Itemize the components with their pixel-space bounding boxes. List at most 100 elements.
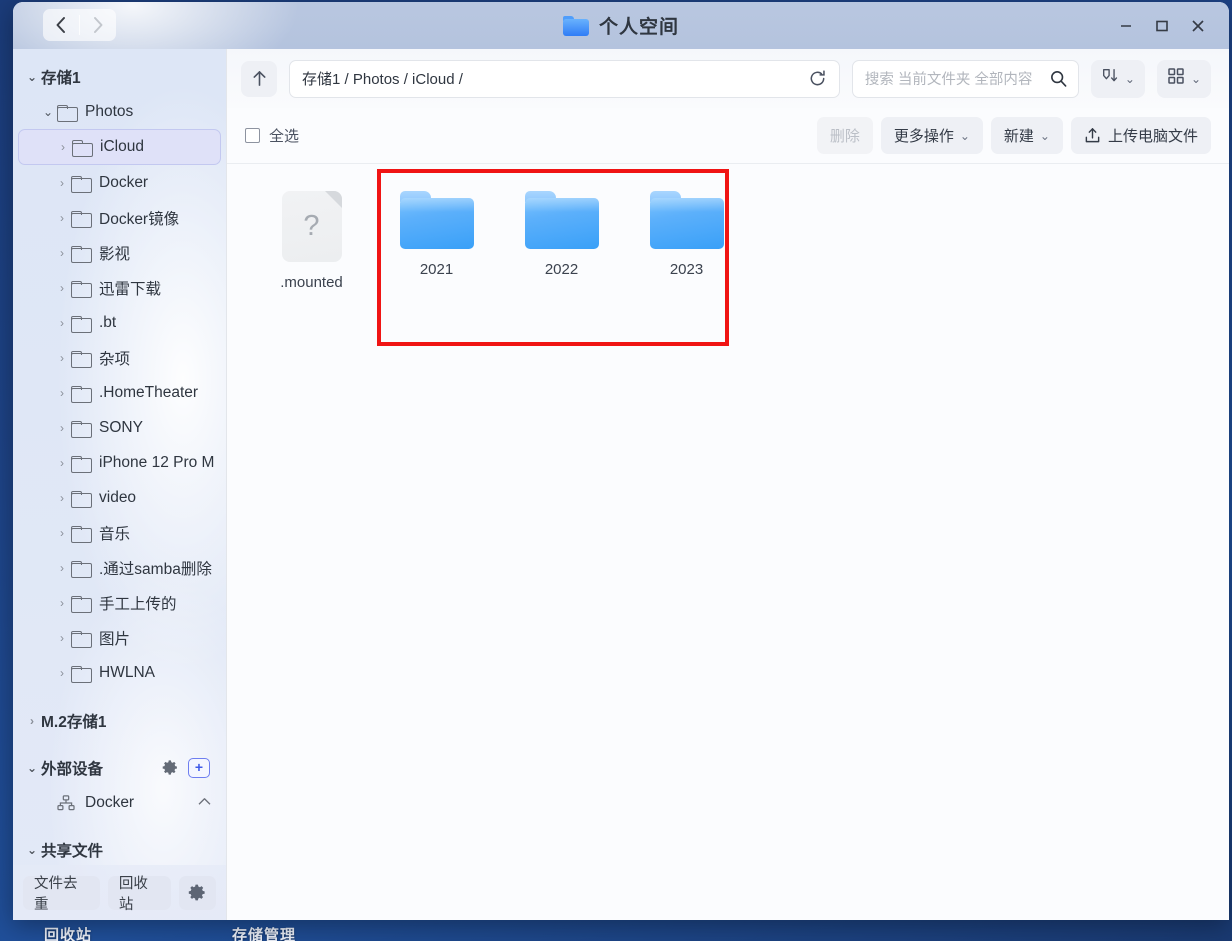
- file-grid-area: ? .mounted 2021 2022 2023: [227, 164, 1229, 920]
- desktop-icon-label-0[interactable]: 回收站: [44, 924, 92, 941]
- sidebar-item-video-media[interactable]: › 影视: [13, 235, 226, 270]
- close-icon[interactable]: [1181, 9, 1215, 43]
- folder-icon: [71, 490, 91, 506]
- window-controls: [1109, 2, 1229, 49]
- recycle-bin-button[interactable]: 回收站: [108, 876, 171, 910]
- search-icon[interactable]: [1049, 69, 1068, 88]
- search-placeholder: 搜索 当前文件夹 全部内容: [865, 68, 1033, 89]
- folder-icon: [71, 175, 91, 191]
- chevron-right-icon: ›: [53, 176, 71, 190]
- sidebar-item-shared-files[interactable]: ⌄ 共享文件: [13, 832, 226, 865]
- gear-icon[interactable]: [162, 759, 179, 776]
- sidebar-item-storage1[interactable]: ⌄ 存储1: [13, 59, 226, 94]
- file-item[interactable]: ? .mounted: [249, 182, 374, 314]
- external-devices-actions: +: [162, 758, 226, 778]
- file-manager-window: 个人空间 ⌄ 存储1 ⌄: [13, 2, 1229, 920]
- sidebar-item-photos[interactable]: ⌄ Photos: [13, 94, 226, 129]
- eject-icon[interactable]: [197, 795, 226, 810]
- folder-item[interactable]: 2022: [499, 182, 624, 314]
- chevron-right-icon: ›: [53, 596, 71, 610]
- new-label: 新建: [1004, 125, 1034, 146]
- sidebar-item-label: 存储1: [41, 66, 81, 88]
- minimize-icon[interactable]: [1109, 9, 1143, 43]
- folder-icon: [563, 16, 589, 36]
- sidebar-item-thunder-download[interactable]: › 迅雷下载: [13, 270, 226, 305]
- folder-icon: [57, 104, 77, 120]
- chevron-right-icon: ›: [23, 714, 41, 728]
- forward-button[interactable]: [80, 9, 116, 41]
- select-all-checkbox[interactable]: [245, 128, 260, 143]
- sidebar-item-label: .通过samba删除: [99, 557, 212, 579]
- back-button[interactable]: [43, 9, 79, 41]
- select-all-label: 全选: [269, 125, 299, 146]
- select-all-control[interactable]: 全选: [245, 125, 299, 146]
- chevron-right-icon: ›: [53, 386, 71, 400]
- chevron-right-icon: ›: [53, 456, 71, 470]
- sidebar-item-icloud[interactable]: › iCloud: [18, 129, 221, 165]
- folder-icon: [71, 420, 91, 436]
- sidebar-item-docker-device[interactable]: › Docker: [13, 785, 226, 820]
- delete-label: 删除: [830, 125, 860, 146]
- folder-item[interactable]: 2023: [624, 182, 749, 314]
- sidebar-item-bt[interactable]: › .bt: [13, 305, 226, 340]
- sidebar-item-label: Docker镜像: [99, 207, 179, 229]
- view-mode-button[interactable]: ⌄: [1157, 60, 1211, 98]
- sidebar-item-external-devices[interactable]: ⌄ 外部设备 +: [13, 750, 226, 785]
- folder-name: 2023: [670, 261, 703, 278]
- action-buttons: 删除 更多操作 ⌄ 新建 ⌄: [817, 117, 1211, 154]
- sidebar-item-hwlna[interactable]: › HWLNA: [13, 655, 226, 690]
- unknown-file-icon: ?: [282, 191, 342, 262]
- chevron-down-icon: ⌄: [1191, 72, 1201, 86]
- sidebar-item-docker-images[interactable]: › Docker镜像: [13, 200, 226, 235]
- sort-button[interactable]: ⌄: [1091, 60, 1145, 98]
- folder-icon: [72, 139, 92, 155]
- sidebar-item-video[interactable]: › video: [13, 480, 226, 515]
- storage-tree: ⌄ 存储1 ⌄ Photos › iCloud ›: [13, 49, 226, 865]
- sidebar-item-docker[interactable]: › Docker: [13, 165, 226, 200]
- search-input[interactable]: 搜索 当前文件夹 全部内容: [852, 60, 1079, 98]
- sidebar-item-hometheater[interactable]: › .HomeTheater: [13, 375, 226, 410]
- folder-icon: [71, 630, 91, 646]
- folder-icon: [525, 191, 599, 249]
- new-button[interactable]: 新建 ⌄: [991, 117, 1063, 154]
- sidebar-item-manual-upload[interactable]: › 手工上传的: [13, 585, 226, 620]
- upload-file-button[interactable]: 上传电脑文件: [1071, 117, 1211, 154]
- folder-item[interactable]: 2021: [374, 182, 499, 314]
- maximize-icon[interactable]: [1145, 9, 1179, 43]
- sidebar-item-label: 外部设备: [41, 757, 103, 779]
- chevron-right-icon: ›: [53, 421, 71, 435]
- sidebar-item-misc[interactable]: › 杂项: [13, 340, 226, 375]
- path-bar: 存储1 / Photos / iCloud / 搜索 当前文件夹 全部内容: [227, 49, 1229, 108]
- file-dedup-button[interactable]: 文件去重: [23, 876, 100, 910]
- chevron-down-icon: ⌄: [23, 843, 41, 857]
- sidebar-item-label: iPhone 12 Pro M: [99, 454, 214, 472]
- unknown-file-glyph: ?: [303, 210, 319, 243]
- sidebar-item-samba-deleted[interactable]: › .通过samba删除: [13, 550, 226, 585]
- chevron-down-icon: ⌄: [23, 761, 41, 775]
- sidebar-item-label: 迅雷下载: [99, 277, 161, 299]
- sidebar-item-label: Docker: [85, 794, 134, 812]
- path-input[interactable]: 存储1 / Photos / iCloud /: [289, 60, 840, 98]
- add-device-button[interactable]: +: [188, 758, 210, 778]
- folder-icon: [71, 455, 91, 471]
- sidebar-item-pictures[interactable]: › 图片: [13, 620, 226, 655]
- sidebar-item-music[interactable]: › 音乐: [13, 515, 226, 550]
- settings-gear-button[interactable]: [179, 876, 216, 910]
- chevron-right-icon: ›: [53, 211, 71, 225]
- action-bar: 全选 删除 更多操作 ⌄ 新建 ⌄: [227, 108, 1229, 164]
- more-actions-button[interactable]: 更多操作 ⌄: [881, 117, 983, 154]
- chevron-right-icon: ›: [54, 140, 72, 154]
- window-title-group: 个人空间: [13, 2, 1229, 49]
- sidebar-item-label: 影视: [99, 242, 130, 264]
- folder-icon: [71, 245, 91, 261]
- desktop-icon-label-1[interactable]: 存储管理: [232, 924, 296, 941]
- chevron-right-icon: ›: [53, 666, 71, 680]
- grid-view-icon: [1167, 67, 1185, 90]
- refresh-icon[interactable]: [808, 69, 827, 88]
- sidebar-item-m2-storage1[interactable]: › M.2存储1: [13, 703, 226, 738]
- sidebar-item-iphone12promax[interactable]: › iPhone 12 Pro M: [13, 445, 226, 480]
- folder-icon: [71, 210, 91, 226]
- delete-button[interactable]: 删除: [817, 117, 873, 154]
- arrow-up-icon[interactable]: [241, 61, 277, 97]
- sidebar-item-sony[interactable]: › SONY: [13, 410, 226, 445]
